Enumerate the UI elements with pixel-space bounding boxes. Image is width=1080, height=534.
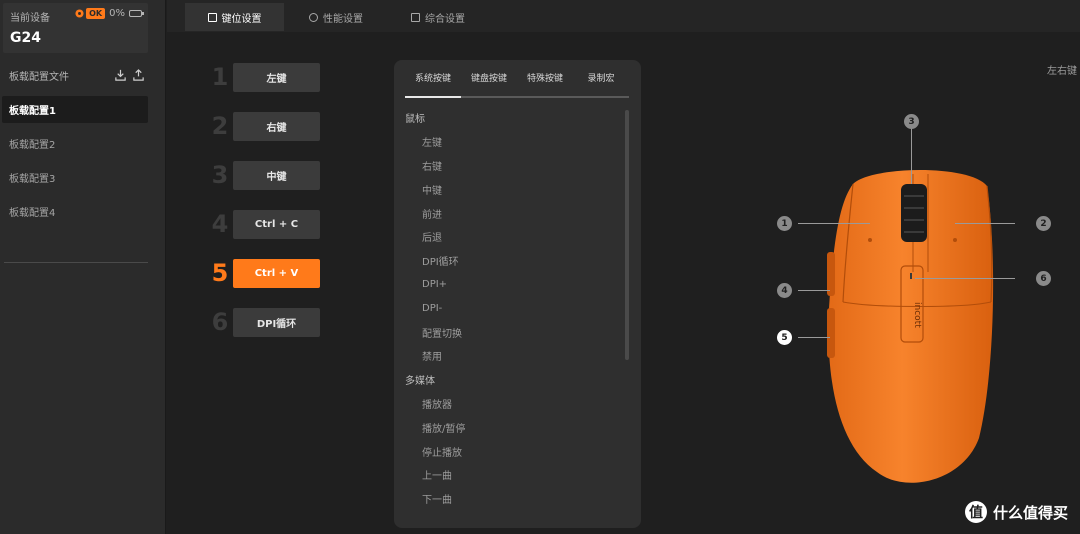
- button-number: 1: [211, 63, 229, 91]
- function-item[interactable]: 配置切换: [405, 320, 610, 344]
- device-name: G24: [10, 30, 41, 46]
- button-number: 5: [211, 259, 229, 287]
- device-card[interactable]: 当前设备 OK 0% G24: [3, 3, 148, 53]
- general-settings-icon: [411, 12, 420, 22]
- corner-label: 左右键: [1047, 66, 1077, 77]
- device-label: 当前设备: [10, 13, 50, 24]
- main-content: 1 左键 2 右键 3 中键 4 Ctrl + C 5 Ctrl + V 6 D…: [167, 32, 1080, 534]
- button-assignment-6[interactable]: DPI循环: [233, 307, 320, 337]
- function-item[interactable]: 中键: [405, 177, 610, 201]
- profile-item-1[interactable]: 板载配置1: [2, 96, 148, 123]
- function-item[interactable]: 左键: [405, 130, 610, 154]
- watermark: 值 什么值得买: [964, 501, 1068, 523]
- callout-2[interactable]: 2: [1036, 216, 1051, 231]
- tab-label: 性能设置: [323, 13, 363, 25]
- device-status: OK 0%: [75, 8, 144, 19]
- callout-1[interactable]: 1: [777, 216, 792, 231]
- button-row-6: 6 DPI循环: [207, 307, 320, 337]
- function-item[interactable]: 前进: [405, 201, 610, 225]
- function-item[interactable]: DPI循环: [405, 249, 610, 273]
- function-item[interactable]: 播放/暂停: [405, 415, 610, 439]
- tab-keyboard-keys[interactable]: 键盘按键: [461, 71, 517, 93]
- tab-system-keys[interactable]: 系统按键: [405, 71, 461, 93]
- mouse-illustration: incott 3 1 2 4 6 5: [765, 112, 1065, 512]
- function-item[interactable]: DPI-: [405, 296, 610, 320]
- button-row-3: 3 中键: [207, 160, 320, 190]
- button-number: 6: [211, 308, 229, 336]
- wireless-icon: [75, 9, 84, 18]
- button-assignment-3[interactable]: 中键: [233, 160, 320, 190]
- top-tab-bar: 键位设置 性能设置 综合设置: [167, 0, 1080, 32]
- function-list: 鼠标 左键 右键 中键 前进 后退 DPI循环 DPI+ DPI- 配置切换 禁…: [405, 106, 610, 511]
- function-item[interactable]: 下一曲: [405, 487, 610, 511]
- function-panel: 系统按键 键盘按键 特殊按键 录制宏 鼠标 左键 右键 中键 前进 后退 DPI…: [394, 60, 641, 528]
- function-item[interactable]: 右键: [405, 154, 610, 178]
- callout-5[interactable]: 5: [777, 330, 792, 345]
- callout-line-2: [955, 223, 1015, 224]
- app-window: 当前设备 OK 0% G24 板载配置文件 板载配置1 板载配置2 板载配置3: [0, 0, 1080, 534]
- function-tab-underline: [405, 96, 629, 98]
- button-assignment-4[interactable]: Ctrl + C: [233, 209, 320, 239]
- watermark-icon: 值: [964, 501, 987, 523]
- tab-general-settings[interactable]: 综合设置: [411, 3, 465, 31]
- profile-list: 板载配置1 板载配置2 板载配置3 板载配置4: [2, 96, 148, 232]
- callout-6[interactable]: 6: [1036, 271, 1051, 286]
- connection-status-badge: OK: [75, 8, 106, 19]
- mouse-logo: incott: [912, 302, 922, 328]
- callout-line-5: [798, 337, 830, 338]
- button-row-5: 5 Ctrl + V: [207, 258, 320, 288]
- battery-percent: 0%: [109, 8, 125, 19]
- function-item[interactable]: 播放器: [405, 392, 610, 416]
- function-item[interactable]: DPI+: [405, 273, 610, 297]
- callout-4[interactable]: 4: [777, 283, 792, 298]
- performance-icon: [309, 12, 318, 22]
- ok-text: OK: [86, 8, 106, 19]
- profile-file-row: 板载配置文件: [9, 67, 145, 83]
- tab-label: 键位设置: [221, 13, 262, 25]
- profile-item-3[interactable]: 板载配置3: [2, 164, 148, 191]
- category-multimedia: 多媒体: [405, 376, 435, 388]
- button-assignment-1[interactable]: 左键: [233, 62, 320, 92]
- sidebar-divider: [4, 262, 148, 263]
- button-number: 3: [211, 161, 229, 189]
- tab-key-settings[interactable]: 键位设置: [185, 3, 284, 31]
- button-row-2: 2 右键: [207, 111, 320, 141]
- function-tabs: 系统按键 键盘按键 特殊按键 录制宏: [405, 71, 629, 93]
- tab-special-keys[interactable]: 特殊按键: [517, 71, 573, 93]
- tab-performance-settings[interactable]: 性能设置: [309, 3, 363, 31]
- button-assignment-2[interactable]: 右键: [233, 111, 320, 141]
- profile-item-4[interactable]: 板载配置4: [2, 198, 148, 225]
- sidebar: 当前设备 OK 0% G24 板载配置文件 板载配置1 板载配置2 板载配置3: [0, 0, 166, 534]
- function-list-scrollbar[interactable]: [625, 110, 629, 360]
- function-item[interactable]: 停止播放: [405, 439, 610, 463]
- category-mouse: 鼠标: [405, 114, 425, 126]
- profile-item-2[interactable]: 板载配置2: [2, 130, 148, 157]
- callout-line-6: [915, 278, 1015, 279]
- active-tab-indicator: [405, 96, 461, 98]
- import-icon[interactable]: [114, 69, 127, 82]
- tab-label: 综合设置: [425, 13, 465, 25]
- key-settings-icon: [207, 12, 217, 22]
- watermark-text: 什么值得买: [992, 503, 1068, 522]
- callout-line-4: [798, 290, 830, 291]
- profile-file-label: 板载配置文件: [9, 71, 69, 83]
- function-item[interactable]: 禁用: [405, 344, 610, 368]
- button-row-4: 4 Ctrl + C: [207, 209, 320, 239]
- battery-icon: [129, 10, 144, 17]
- callout-3[interactable]: 3: [904, 114, 919, 129]
- button-row-1: 1 左键: [207, 62, 320, 92]
- function-item[interactable]: 上一曲: [405, 463, 610, 487]
- mouse-body: incott: [827, 170, 994, 483]
- callout-line-1: [798, 223, 870, 224]
- button-number: 2: [211, 112, 229, 140]
- tab-record-macro[interactable]: 录制宏: [573, 71, 629, 93]
- function-item[interactable]: 后退: [405, 225, 610, 249]
- button-assignment-5[interactable]: Ctrl + V: [233, 258, 320, 288]
- button-number: 4: [211, 210, 229, 238]
- callout-line-3: [911, 128, 912, 184]
- export-icon[interactable]: [132, 68, 145, 82]
